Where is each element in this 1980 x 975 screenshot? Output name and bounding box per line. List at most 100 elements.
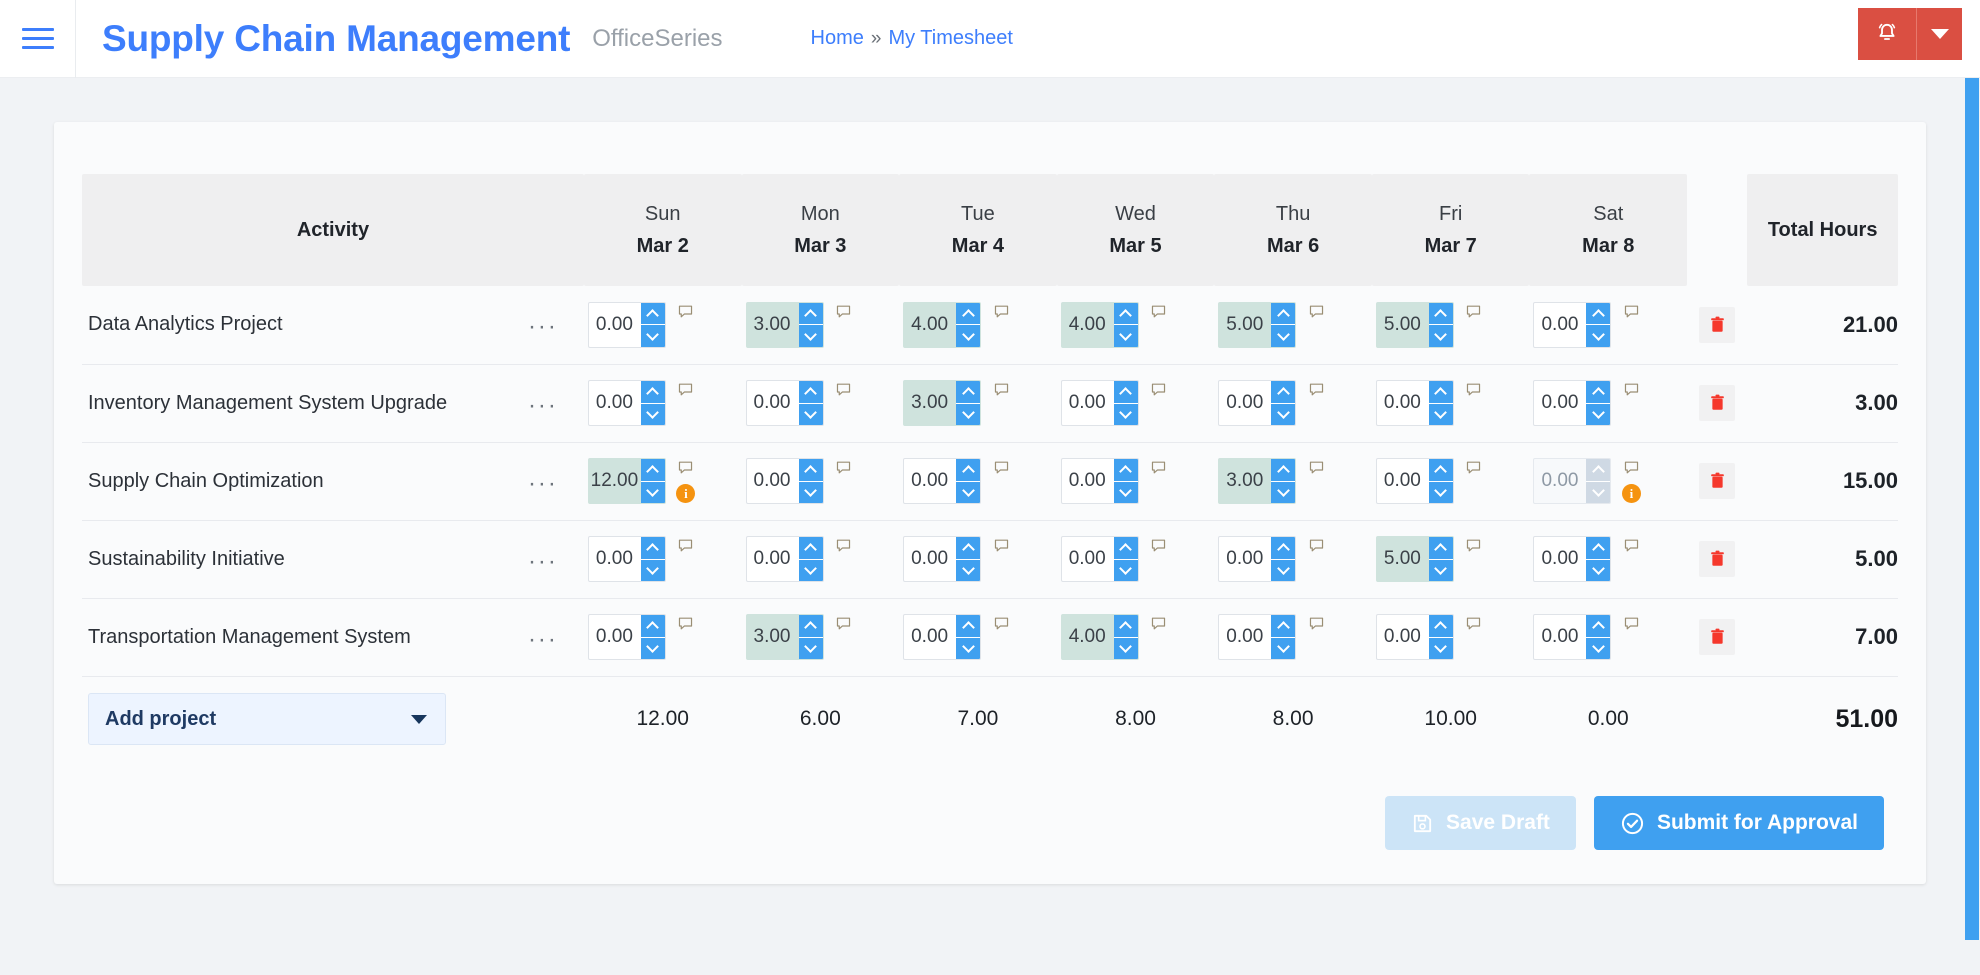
hour-input[interactable]	[1219, 381, 1272, 425]
hour-input-group[interactable]	[903, 301, 982, 348]
hour-decrement-button[interactable]	[1586, 558, 1611, 581]
hour-increment-button[interactable]	[640, 537, 665, 559]
breadcrumb-current[interactable]: My Timesheet	[888, 27, 1012, 50]
hour-decrement-button[interactable]	[956, 558, 981, 581]
hour-input[interactable]	[1376, 381, 1429, 425]
add-comment-button[interactable]	[835, 381, 852, 403]
hour-increment-button[interactable]	[1271, 302, 1296, 325]
hour-increment-button[interactable]	[1113, 615, 1138, 637]
hour-input[interactable]	[1061, 302, 1114, 347]
add-comment-button[interactable]	[1465, 459, 1482, 481]
hour-input-group[interactable]	[1533, 458, 1612, 504]
hour-input-group[interactable]	[587, 536, 666, 582]
add-comment-button[interactable]	[993, 303, 1010, 325]
hour-increment-button[interactable]	[640, 615, 665, 637]
hour-input-group[interactable]	[745, 614, 824, 660]
notifications-button[interactable]	[1858, 8, 1916, 60]
hour-decrement-button[interactable]	[640, 558, 665, 581]
hour-increment-button[interactable]	[956, 615, 981, 637]
row-menu-button[interactable]: ···	[524, 471, 562, 495]
hour-input[interactable]	[588, 459, 641, 503]
delete-row-button[interactable]	[1699, 463, 1736, 499]
hour-increment-button[interactable]	[1428, 459, 1453, 481]
hour-input-group[interactable]	[1060, 458, 1139, 504]
hour-decrement-button[interactable]	[956, 324, 981, 347]
hour-input-group[interactable]	[903, 536, 982, 582]
hour-input[interactable]	[1534, 615, 1587, 659]
hour-decrement-button[interactable]	[1586, 636, 1611, 659]
hour-input-group[interactable]	[745, 301, 824, 348]
hour-input[interactable]	[1219, 459, 1272, 503]
hour-input[interactable]	[1534, 537, 1587, 581]
hour-input[interactable]	[1219, 615, 1272, 659]
hour-input-group[interactable]	[1375, 301, 1454, 348]
vertical-scrollbar-track[interactable]	[1964, 78, 1980, 975]
row-menu-button[interactable]: ···	[524, 315, 562, 339]
hour-decrement-button[interactable]	[1113, 558, 1138, 581]
hour-input[interactable]	[588, 615, 641, 659]
hour-input[interactable]	[746, 615, 799, 659]
hour-increment-button[interactable]	[798, 381, 823, 403]
hour-input-group[interactable]	[587, 301, 666, 348]
hour-increment-button[interactable]	[798, 459, 823, 481]
hour-increment-button[interactable]	[956, 459, 981, 481]
add-comment-button[interactable]	[1150, 381, 1167, 403]
add-comment-button[interactable]	[1623, 303, 1640, 325]
add-comment-button[interactable]	[677, 615, 694, 637]
add-comment-button[interactable]	[993, 615, 1010, 637]
hour-input[interactable]	[904, 459, 957, 503]
hour-increment-button[interactable]	[798, 537, 823, 559]
hour-input-group[interactable]	[1375, 614, 1454, 660]
hour-increment-button[interactable]	[798, 615, 823, 637]
add-comment-button[interactable]	[1623, 459, 1640, 481]
hour-input-group[interactable]	[1218, 614, 1297, 660]
hour-input-group[interactable]	[1375, 458, 1454, 504]
hour-input-group[interactable]	[1218, 536, 1297, 582]
hour-input-group[interactable]	[1533, 536, 1612, 582]
hour-input-group[interactable]	[1218, 301, 1297, 348]
add-comment-button[interactable]	[1150, 615, 1167, 637]
hour-input[interactable]	[746, 302, 799, 347]
add-comment-button[interactable]	[677, 459, 694, 481]
add-comment-button[interactable]	[1465, 303, 1482, 325]
hour-input-group[interactable]	[1060, 614, 1139, 660]
hour-input-group[interactable]	[1375, 380, 1454, 426]
add-comment-button[interactable]	[1465, 381, 1482, 403]
hour-increment-button[interactable]	[798, 302, 823, 325]
add-comment-button[interactable]	[1308, 537, 1325, 559]
hour-input[interactable]	[1061, 537, 1114, 581]
add-comment-button[interactable]	[1150, 537, 1167, 559]
hour-increment-button[interactable]	[1271, 459, 1296, 481]
hour-input-group[interactable]	[587, 458, 666, 504]
hour-input[interactable]	[1061, 381, 1114, 425]
hour-input-group[interactable]	[1060, 301, 1139, 348]
add-comment-button[interactable]	[1150, 303, 1167, 325]
row-menu-button[interactable]: ···	[524, 549, 562, 573]
hour-input-group[interactable]	[1060, 536, 1139, 582]
hour-decrement-button[interactable]	[1586, 324, 1611, 347]
hour-increment-button[interactable]	[1428, 537, 1453, 559]
delete-row-button[interactable]	[1699, 385, 1736, 421]
hour-input[interactable]	[1061, 615, 1114, 659]
add-comment-button[interactable]	[1465, 537, 1482, 559]
hour-decrement-button[interactable]	[1113, 636, 1138, 659]
add-comment-button[interactable]	[1623, 381, 1640, 403]
breadcrumb-home-link[interactable]: Home	[811, 27, 864, 50]
hour-increment-button[interactable]	[956, 537, 981, 559]
add-comment-button[interactable]	[993, 459, 1010, 481]
hour-decrement-button[interactable]	[956, 402, 981, 425]
hour-input[interactable]	[1061, 459, 1114, 503]
hour-decrement-button[interactable]	[1113, 324, 1138, 347]
hour-decrement-button[interactable]	[1271, 402, 1296, 425]
vertical-scrollbar-thumb[interactable]	[1965, 78, 1979, 940]
hour-input[interactable]	[746, 459, 799, 503]
add-comment-button[interactable]	[1623, 537, 1640, 559]
hour-decrement-button[interactable]	[1113, 480, 1138, 503]
hour-decrement-button[interactable]	[956, 480, 981, 503]
hour-decrement-button[interactable]	[1271, 480, 1296, 503]
add-comment-button[interactable]	[1308, 303, 1325, 325]
hour-increment-button[interactable]	[1113, 381, 1138, 403]
hour-increment-button[interactable]	[1113, 302, 1138, 325]
info-warning-icon[interactable]: i	[676, 484, 696, 503]
hour-increment-button[interactable]	[1586, 302, 1611, 325]
